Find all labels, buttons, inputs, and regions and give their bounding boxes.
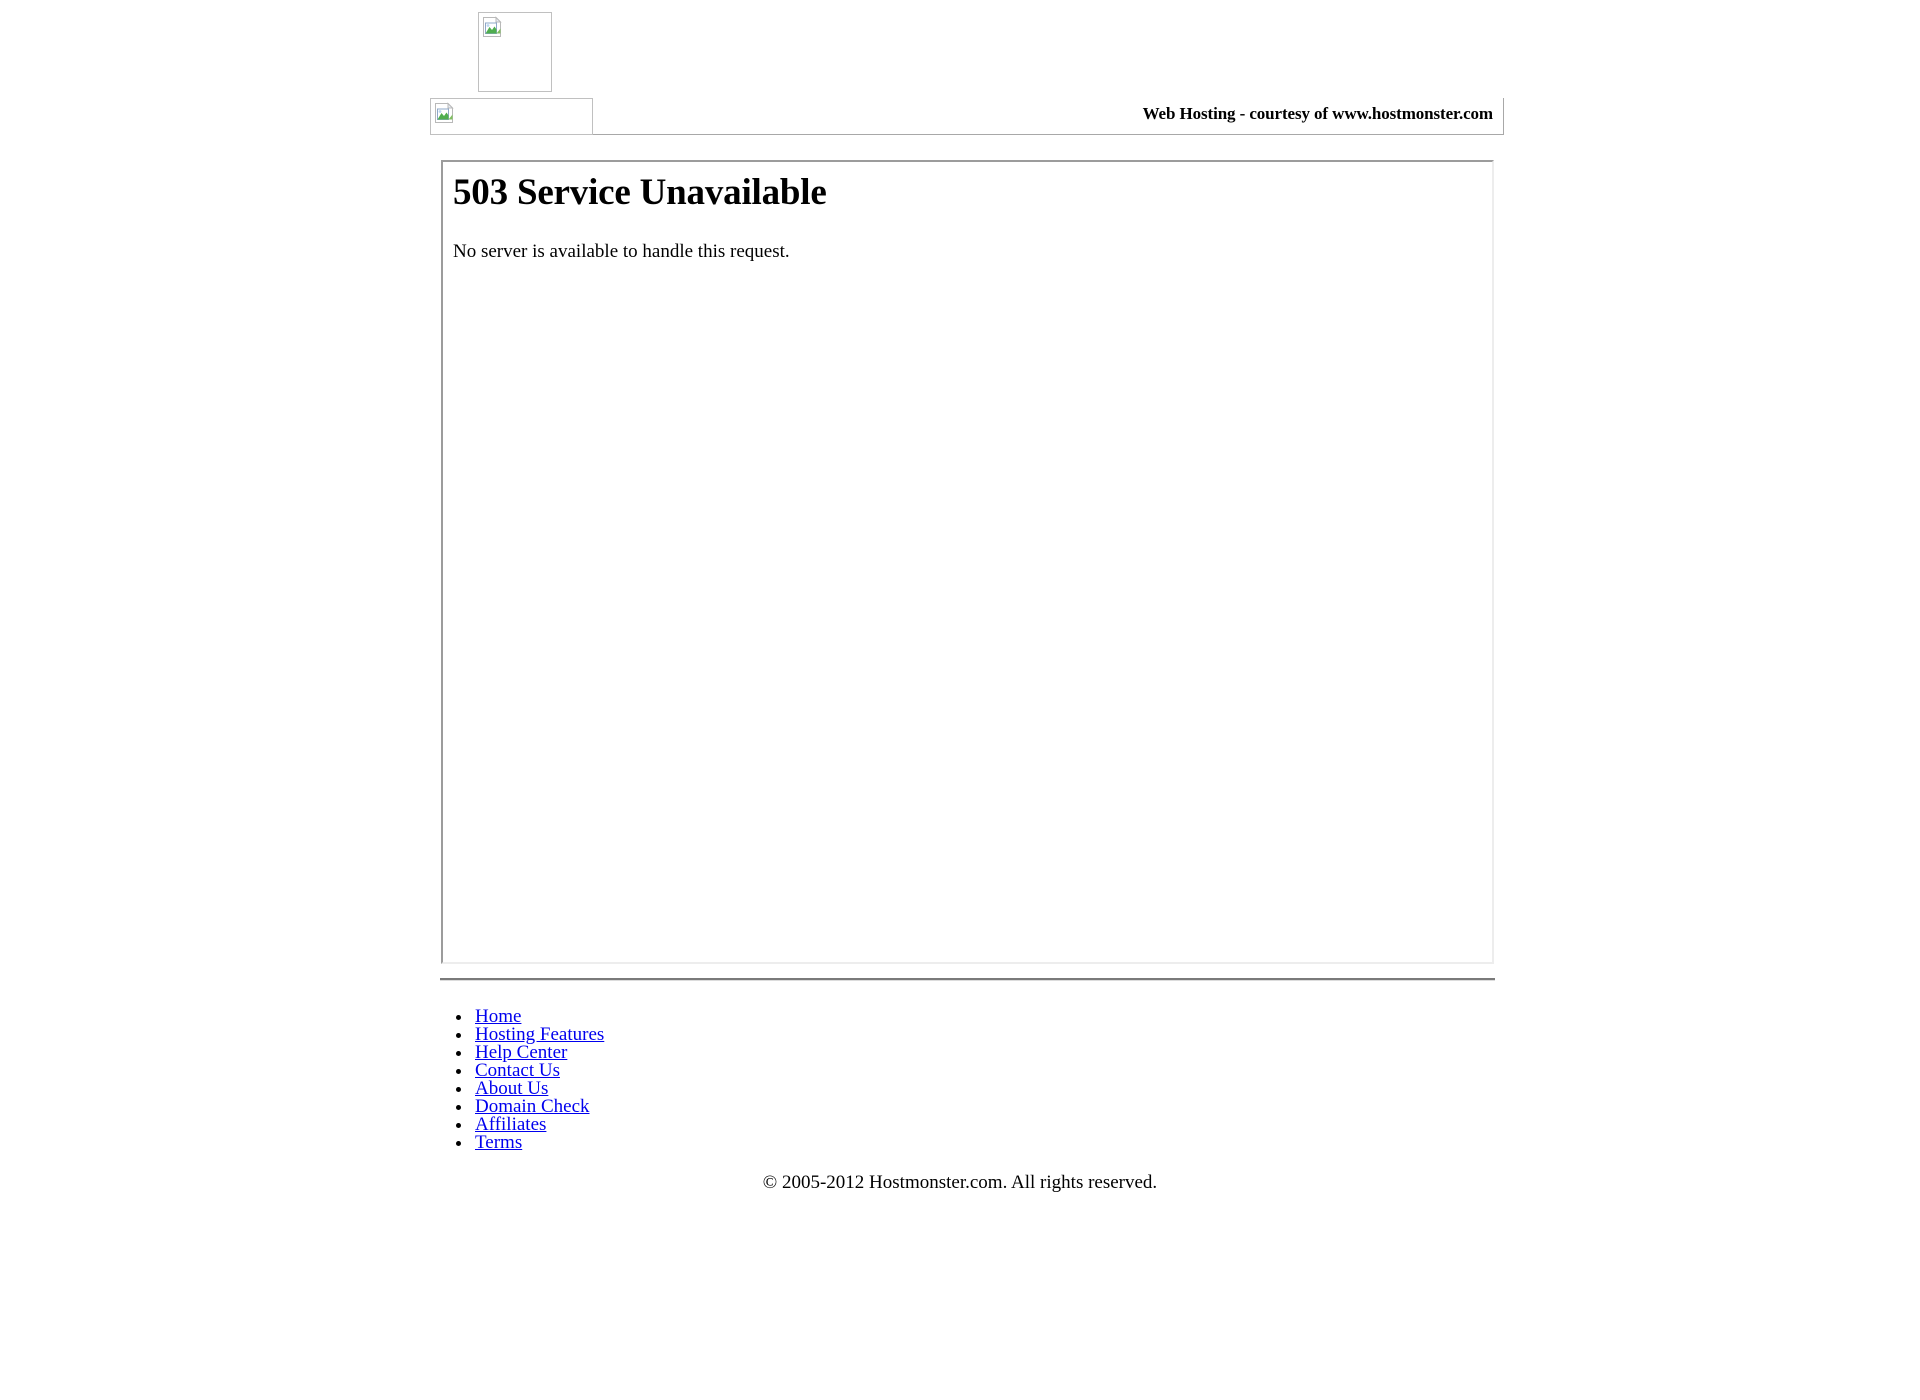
page-root: Web Hosting - courtesy of www.hostmonste… (0, 0, 1920, 1400)
page-title: 503 Service Unavailable (453, 172, 827, 213)
footer-divider (440, 978, 1495, 981)
header-banner-image (430, 98, 593, 135)
copyright-row: © 2005-2012 Hostmonster.com. All rights … (0, 1172, 1920, 1194)
list-item: Terms (473, 1132, 604, 1153)
broken-image-icon (435, 102, 454, 123)
footer-nav-list: Home Hosting Features Help Center Contac… (455, 1007, 604, 1153)
header-tagline: Web Hosting - courtesy of www.hostmonste… (1142, 104, 1494, 123)
error-message: No server is available to handle this re… (453, 240, 790, 262)
site-logo-image (478, 12, 552, 92)
header-tagline-cell: Web Hosting - courtesy of www.hostmonste… (593, 98, 1504, 135)
broken-image-icon (483, 16, 502, 37)
header-banner: Web Hosting - courtesy of www.hostmonste… (430, 98, 1504, 135)
error-content-box: 503 Service Unavailable No server is ava… (441, 160, 1494, 964)
copyright-text: © 2005-2012 Hostmonster.com. All rights … (762, 1172, 1158, 1193)
footer-link-terms[interactable]: Terms (475, 1132, 522, 1153)
error-content-inner: 503 Service Unavailable No server is ava… (453, 172, 1482, 263)
